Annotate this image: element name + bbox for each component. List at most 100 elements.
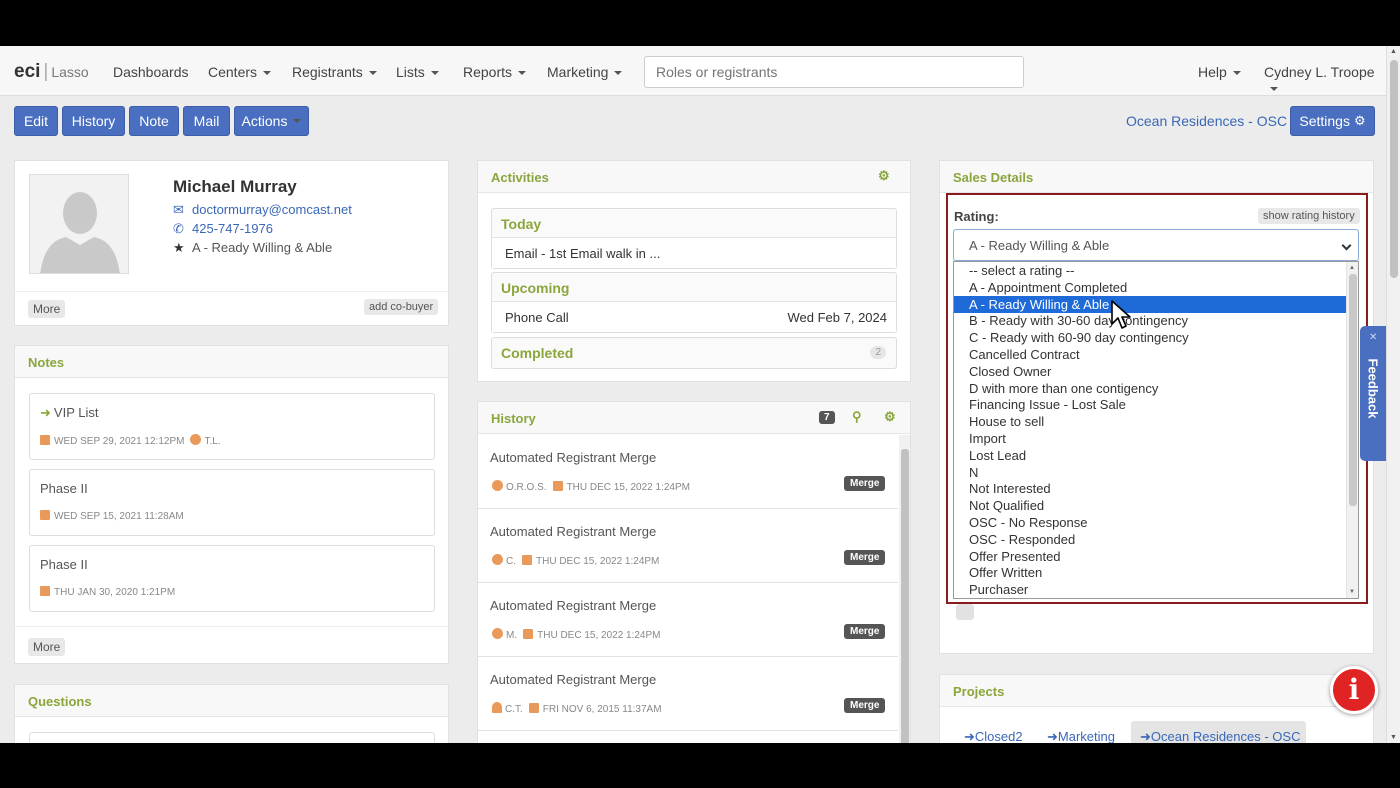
globe-icon bbox=[492, 480, 503, 491]
rating-option[interactable]: B - Ready with 30-60 day contingency bbox=[954, 312, 1347, 329]
note-item[interactable]: ➜ VIP List WED SEP 29, 2021 12:12PM T.L. bbox=[29, 393, 435, 460]
profile-more-button[interactable]: More bbox=[28, 300, 66, 318]
share-arrow-icon: ➜ bbox=[40, 405, 51, 420]
rating-option[interactable]: Closed Owner bbox=[954, 363, 1347, 380]
info-button[interactable]: i bbox=[1330, 666, 1378, 714]
rating-option[interactable]: Not Interested bbox=[954, 480, 1347, 497]
rating-option-selected[interactable]: A - Ready Willing & Able bbox=[954, 295, 1347, 313]
rating-option[interactable]: House to sell bbox=[954, 413, 1347, 430]
calendar-icon bbox=[552, 481, 563, 491]
rating-option[interactable]: A - Appointment Completed bbox=[954, 279, 1347, 296]
activity-row[interactable]: Phone Call Wed Feb 7, 2024 bbox=[492, 302, 896, 332]
gear-icon[interactable]: ⚙ bbox=[878, 168, 890, 184]
search-input[interactable] bbox=[644, 56, 1024, 88]
rating-option[interactable]: Offer Written bbox=[954, 564, 1347, 581]
rating-line: ★ A - Ready Willing & Able bbox=[173, 240, 332, 256]
mail-button[interactable]: Mail bbox=[183, 106, 230, 136]
phone-icon: ✆ bbox=[173, 221, 184, 236]
projects-header: Projects bbox=[940, 675, 1373, 707]
arrow-right-icon: ➜ bbox=[1047, 729, 1058, 743]
note-title: VIP List bbox=[53, 405, 99, 420]
history-date: THU DEC 15, 2022 1:24PM bbox=[537, 630, 661, 641]
project-link-marketing[interactable]: ➜Marketing bbox=[1047, 729, 1115, 743]
nav-help[interactable]: Help bbox=[1198, 64, 1241, 80]
rating-option[interactable]: OSC - Responded bbox=[954, 531, 1347, 548]
rating-option[interactable]: OSC - No Response bbox=[954, 514, 1347, 531]
project-name: Ocean Residences - OSC bbox=[1150, 729, 1301, 743]
history-item[interactable]: Automated Registrant Merge M. THU DEC 15,… bbox=[478, 583, 898, 657]
nav-dashboards[interactable]: Dashboards bbox=[113, 64, 189, 80]
actions-button[interactable]: Actions bbox=[234, 106, 309, 136]
completed-section[interactable]: Completed 2 bbox=[491, 337, 897, 369]
nav-reports[interactable]: Reports bbox=[463, 64, 526, 80]
settings-button[interactable]: Settings ⚙ bbox=[1290, 106, 1375, 136]
rating-text: A - Ready Willing & Able bbox=[192, 240, 333, 255]
note-button[interactable]: Note bbox=[129, 106, 179, 136]
history-item[interactable]: Automated Registrant Merge C.T. FRI NOV 6… bbox=[478, 657, 898, 731]
small-toggle-button[interactable] bbox=[956, 604, 974, 620]
center-selector[interactable]: Ocean Residences - OSC bbox=[1126, 113, 1306, 129]
feedback-tab[interactable]: ✕ Feedback bbox=[1360, 326, 1386, 461]
history-scrollbar[interactable] bbox=[899, 435, 910, 743]
history-header: History 7 ⚲ ⚙ bbox=[478, 402, 910, 434]
globe-icon bbox=[492, 554, 503, 565]
rating-option[interactable]: Import bbox=[954, 430, 1347, 447]
eci-lasso-logo[interactable]: eci | Lasso bbox=[14, 61, 89, 83]
rating-option[interactable]: N bbox=[954, 464, 1347, 481]
project-name: Closed2 bbox=[974, 729, 1023, 743]
rating-option[interactable]: D with more than one contigency bbox=[954, 380, 1347, 397]
rating-options-list[interactable]: -- select a rating -- A - Appointment Co… bbox=[953, 261, 1359, 599]
page-scroll-thumb[interactable] bbox=[1390, 60, 1398, 278]
nav-lists[interactable]: Lists bbox=[396, 64, 439, 80]
user-menu[interactable]: Cydney L. Troope bbox=[1264, 64, 1386, 96]
activity-row[interactable]: Email - 1st Email walk in ... bbox=[492, 238, 896, 268]
rating-option[interactable]: Lost Lead bbox=[954, 447, 1347, 464]
notes-more-button[interactable]: More bbox=[28, 638, 66, 656]
rating-option[interactable]: Cancelled Contract bbox=[954, 346, 1347, 363]
completed-count-badge: 2 bbox=[870, 346, 886, 359]
history-item[interactable]: Automated Registrant Merge O.R.O.S. THU D… bbox=[478, 435, 898, 509]
rating-option[interactable]: Purchaser bbox=[954, 581, 1347, 598]
email-link[interactable]: ✉ doctormurray@comcast.net bbox=[173, 202, 352, 218]
gear-icon[interactable]: ⚙ bbox=[884, 409, 896, 425]
history-date: FRI NOV 6, 2015 11:37AM bbox=[542, 704, 662, 715]
nav-registrants[interactable]: Registrants bbox=[292, 64, 377, 80]
calendar-icon bbox=[522, 555, 532, 565]
search-icon[interactable]: ⚲ bbox=[852, 409, 862, 425]
note-title: Phase II bbox=[40, 557, 88, 572]
project-link-closed2[interactable]: ➜Closed2 bbox=[964, 729, 1023, 743]
note-user: T.L. bbox=[204, 436, 221, 447]
star-icon: ★ bbox=[173, 240, 185, 255]
nav-centers[interactable]: Centers bbox=[208, 64, 271, 80]
merge-badge: Merge bbox=[844, 624, 886, 639]
edit-button[interactable]: Edit bbox=[14, 106, 58, 136]
rating-select[interactable]: A - Ready Willing & Able bbox=[953, 229, 1359, 261]
completed-title: Completed bbox=[501, 345, 574, 361]
close-icon[interactable]: ✕ bbox=[1369, 332, 1377, 343]
notes-panel: Notes ➜ VIP List WED SEP 29, 2021 12:12PM… bbox=[14, 345, 449, 664]
history-user: O.R.O.S. bbox=[506, 482, 547, 493]
nav-marketing[interactable]: Marketing bbox=[547, 64, 622, 80]
rating-option[interactable]: Not Qualified bbox=[954, 497, 1347, 514]
history-count-badge: 7 bbox=[819, 411, 835, 424]
note-title: Phase II bbox=[40, 481, 88, 496]
options-scrollbar[interactable]: ▲ ▼ bbox=[1346, 262, 1358, 598]
rating-option[interactable]: C - Ready with 60-90 day contingency bbox=[954, 329, 1347, 346]
rating-option[interactable]: Financing Issue - Lost Sale bbox=[954, 396, 1347, 413]
options-scroll-thumb[interactable] bbox=[1349, 274, 1357, 506]
project-link-ocean-residences[interactable]: ➜Ocean Residences - OSC bbox=[1140, 729, 1300, 743]
add-cobuyer-button[interactable]: add co-buyer bbox=[364, 299, 439, 315]
history-button[interactable]: History bbox=[62, 106, 125, 136]
rating-option[interactable]: -- select a rating -- bbox=[954, 262, 1347, 279]
actions-label: Actions bbox=[241, 113, 288, 129]
rating-option[interactable]: Offer Presented bbox=[954, 548, 1347, 565]
upcoming-section: Upcoming Phone Call Wed Feb 7, 2024 bbox=[491, 272, 897, 333]
note-item[interactable]: Phase II THU JAN 30, 2020 1:21PM bbox=[29, 545, 435, 612]
gear-icon: ⚙ bbox=[1353, 113, 1366, 128]
note-date: WED SEP 15, 2021 11:28AM bbox=[54, 511, 184, 522]
note-item[interactable]: Phase II WED SEP 15, 2021 11:28AM bbox=[29, 469, 435, 536]
page-scrollbar[interactable]: ▲ ▼ bbox=[1386, 46, 1400, 743]
history-item[interactable]: Automated Registrant Merge C. THU DEC 15,… bbox=[478, 509, 898, 583]
history-title: Automated Registrant Merge bbox=[490, 450, 657, 465]
phone-link[interactable]: ✆ 425-747-1976 bbox=[173, 221, 273, 237]
